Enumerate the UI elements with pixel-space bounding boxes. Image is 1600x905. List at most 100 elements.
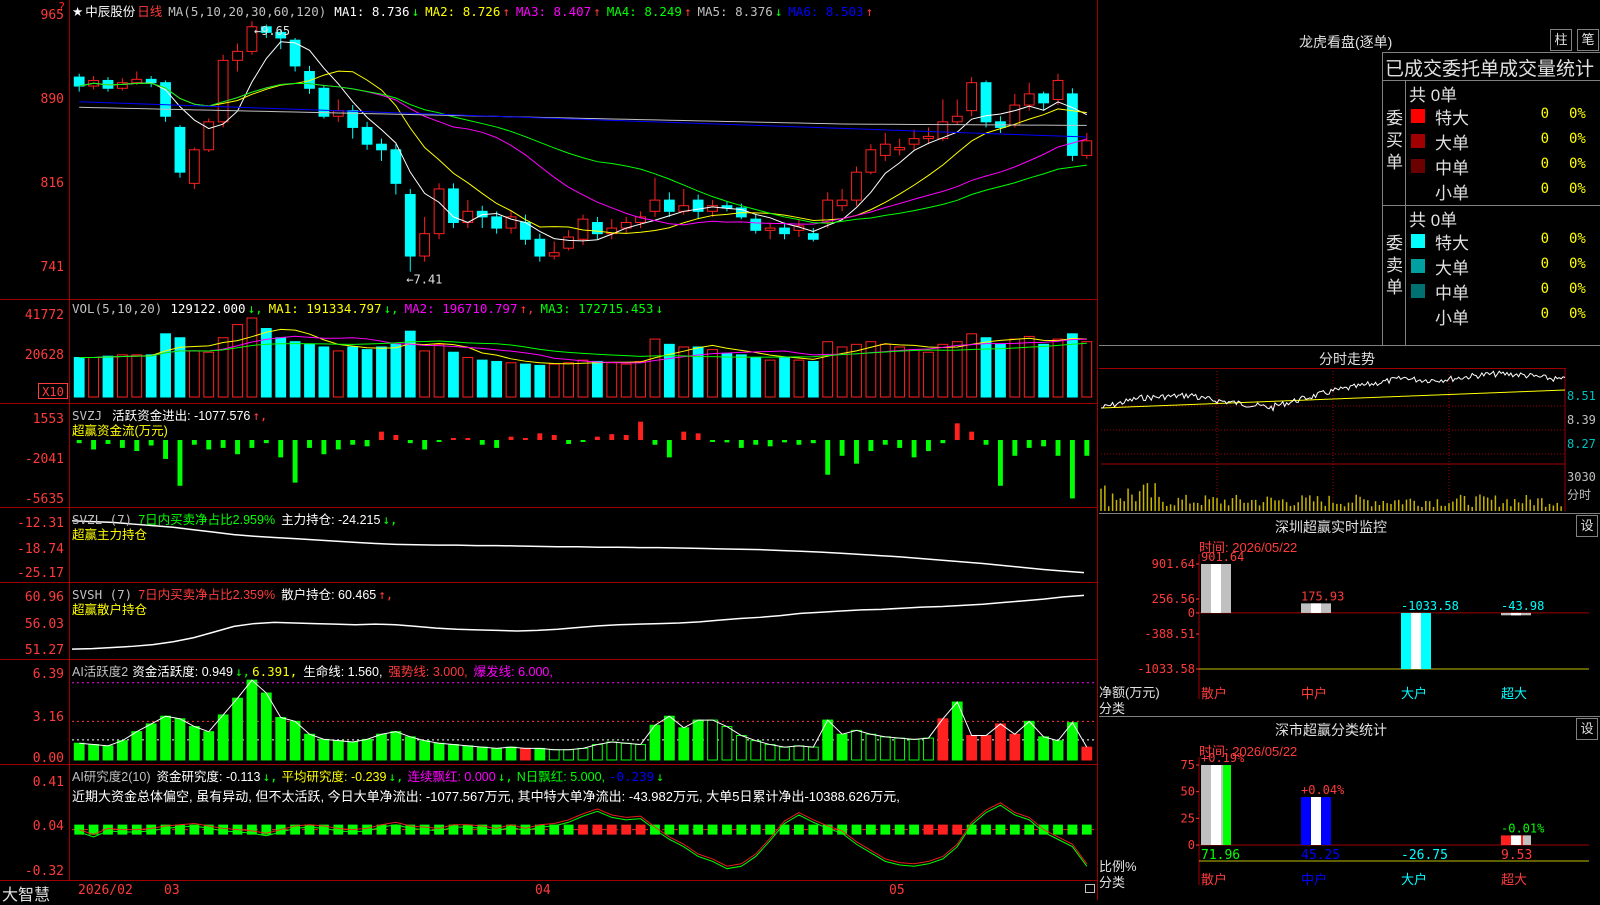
candle [1023, 93, 1035, 106]
activity-bar [260, 692, 272, 761]
classify-bar-side [1323, 797, 1331, 845]
dragon-tiger-title: 龙虎看盘(逐单) [1299, 34, 1393, 50]
y-tick: -0.32 [24, 864, 64, 879]
research-bar [175, 824, 185, 835]
volume-bar [217, 337, 229, 398]
flow-bar [551, 435, 557, 440]
activity-bar [88, 744, 99, 761]
monitor-bar-highlight [1311, 603, 1321, 613]
candle [894, 147, 906, 151]
bar-mode-button[interactable]: 柱 [1550, 29, 1572, 51]
chart-canvas[interactable]: ←9.65 ←7.41 [0, 0, 1098, 900]
flow-bar [163, 440, 169, 459]
flow-bar [954, 423, 960, 440]
volume-bar [491, 360, 503, 398]
activity-bar [908, 738, 920, 761]
activity-bar [404, 736, 416, 761]
volume-bar [1067, 333, 1078, 398]
divider [1405, 80, 1406, 345]
monitor-category-label: 散户 [1201, 686, 1227, 702]
star-icon[interactable]: ★ [72, 5, 83, 19]
volume-bar [390, 343, 402, 398]
candle [304, 71, 315, 89]
volume-bar [534, 364, 546, 398]
high-annotation: ←9.65 [254, 24, 290, 38]
volume-bar [750, 357, 762, 398]
volume-bar [735, 354, 747, 398]
ma-line-6 [79, 101, 1087, 138]
volume-bar [779, 357, 790, 398]
flow-bar [1026, 440, 1032, 448]
classify-bar-highlight [1511, 835, 1521, 845]
monitor-chart: 901.64256.560-388.51-1033.58901.64散户175.… [1137, 550, 1589, 702]
classify-chart: 7550250+0.19%+0.04%-0.01%71.96散户45.25中户-… [1181, 751, 1589, 888]
vol-ma1: MA1: 191334.797 [268, 301, 382, 316]
volume-bar [116, 354, 128, 398]
vol-indicator: VOL(5,10,20) [72, 301, 163, 316]
y-tick: 20628 [24, 348, 64, 363]
sell-row-qty: 0 [1540, 256, 1549, 272]
candle [217, 59, 229, 123]
monitor-bar-highlight [1411, 612, 1421, 669]
activity-bar [721, 726, 733, 761]
intraday-chart[interactable] [1099, 346, 1600, 514]
research-bar [952, 824, 963, 835]
candle [966, 82, 978, 112]
volume-bar [433, 343, 445, 398]
volume-bar [606, 362, 618, 398]
buy-row-pct: 0% [1569, 106, 1586, 122]
flow-bar [263, 440, 269, 444]
sell-row-pct: 0% [1569, 256, 1586, 272]
flow-bar [753, 440, 759, 445]
y-tick: 1553 [32, 412, 64, 427]
activity-line [79, 679, 1088, 751]
buy-row-swatch [1411, 109, 1425, 123]
activity-bar [289, 720, 301, 761]
tick-mode-button[interactable]: 笔 [1577, 29, 1599, 51]
lock-icon[interactable] [1085, 884, 1095, 893]
svsh-ratio: 7日内买卖净占比2.359% [138, 588, 276, 602]
candle [807, 233, 819, 240]
candle [649, 199, 661, 212]
activity-bar [966, 735, 978, 761]
classify-x-unit: 分类 [1099, 875, 1126, 890]
chart-area[interactable]: ←9.65 ←7.41 965 890 816 741 ? 41772 20628… [0, 0, 1098, 904]
flow-bar [782, 440, 787, 443]
low-annotation: ←7.41 [406, 273, 442, 287]
ai-research-item4: N日飘红: 5.000, [516, 770, 606, 784]
volume-bar [289, 341, 301, 398]
classify-bar-side [1523, 835, 1531, 845]
flow-bar [393, 435, 399, 440]
activity-bar [304, 733, 315, 761]
classify-value: 45.25 [1301, 848, 1340, 863]
flow-bar [1055, 440, 1061, 456]
ai-research-item1: 资金研究度: -0.113 [156, 770, 261, 784]
flow-bar [407, 440, 413, 444]
vol-unit: 分时 [1567, 488, 1592, 502]
flow-bar [278, 440, 284, 458]
activity-bar [1038, 736, 1050, 761]
activity-bar [361, 738, 373, 761]
candle [923, 135, 934, 140]
activity-bar [592, 744, 603, 761]
y-tick: 3.16 [32, 710, 64, 725]
sell-row-name: 小单 [1435, 309, 1469, 328]
volume-bar [246, 317, 258, 398]
y-tick: 60.96 [24, 590, 64, 605]
classify-category-label: 超大 [1501, 873, 1527, 888]
volume-bar [404, 330, 416, 398]
research-bar [794, 824, 804, 835]
candle [318, 87, 330, 117]
ma-line-3 [79, 82, 1087, 226]
buy-row-swatch [1411, 159, 1425, 173]
volume-bar [419, 350, 431, 398]
intraday-panel[interactable]: 分时走势 8.51 8.39 8.27 3030 分时 [1099, 345, 1600, 514]
period-label[interactable]: 日线 [137, 5, 162, 19]
candle [1009, 104, 1021, 126]
buy-row-swatch [1411, 134, 1425, 148]
volume-bar [865, 341, 877, 398]
vol-ma2: MA2: 196710.797 [404, 301, 518, 316]
svsh-subtitle: 超赢散户持仓 [72, 603, 148, 617]
volume-bar [332, 350, 344, 398]
activity-bar [779, 746, 790, 761]
